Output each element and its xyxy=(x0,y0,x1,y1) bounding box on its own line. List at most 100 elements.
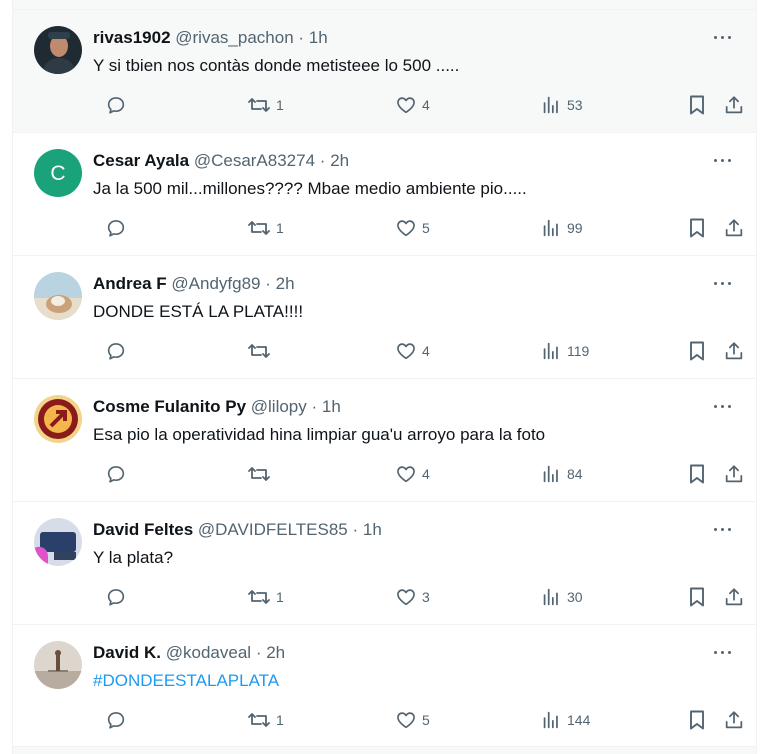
reply-button[interactable] xyxy=(105,340,132,362)
author-name[interactable]: David Feltes xyxy=(93,520,193,539)
like-button[interactable]: 4 xyxy=(395,94,430,116)
retweet-button[interactable] xyxy=(247,340,276,362)
share-button[interactable] xyxy=(723,463,745,485)
share-button[interactable] xyxy=(723,94,745,116)
bookmark-button[interactable] xyxy=(687,217,707,239)
action-bar: 1 3 30 xyxy=(91,586,743,608)
reply-button[interactable] xyxy=(105,586,132,608)
more-icon[interactable] xyxy=(712,643,734,661)
like-count: 3 xyxy=(422,589,430,605)
retweet-button[interactable]: 1 xyxy=(247,586,284,608)
share-icon xyxy=(725,96,743,114)
reply-tweet[interactable]: David K. @kodaveal · 2h #DONDEESTALAPLAT… xyxy=(13,625,756,748)
avatar[interactable]: C xyxy=(34,149,82,197)
retweet-button[interactable] xyxy=(247,463,276,485)
avatar[interactable] xyxy=(34,641,82,689)
tweet-text: Ja la 500 mil...millones???? Mbae medio … xyxy=(93,179,527,198)
timestamp[interactable]: 2h xyxy=(266,643,285,662)
tweet-header: Andrea F @Andyfg89 · 2h xyxy=(93,273,295,295)
more-icon[interactable] xyxy=(712,520,734,538)
views-count: 84 xyxy=(567,466,583,482)
timestamp[interactable]: 2h xyxy=(330,151,349,170)
reply-tweet[interactable]: Andrea F @Andyfg89 · 2h DONDE ESTÁ LA PL… xyxy=(13,256,756,379)
bookmark-icon xyxy=(690,587,704,607)
reply-tweet[interactable]: Cosme Fulanito Py @lilopy · 1h Esa pio l… xyxy=(13,379,756,502)
avatar[interactable] xyxy=(34,395,82,443)
more-icon[interactable] xyxy=(712,28,734,46)
views-button[interactable]: 119 xyxy=(540,340,589,362)
timestamp[interactable]: 1h xyxy=(363,520,382,539)
views-button[interactable]: 144 xyxy=(540,709,590,731)
timestamp[interactable]: 2h xyxy=(276,274,295,293)
views-count: 53 xyxy=(567,97,583,113)
views-count: 119 xyxy=(567,343,590,359)
like-button[interactable]: 5 xyxy=(395,709,430,731)
reply-button[interactable] xyxy=(105,94,132,116)
reply-button[interactable] xyxy=(105,217,132,239)
avatar[interactable] xyxy=(34,518,82,566)
author-handle[interactable]: @Andyfg89 xyxy=(171,274,260,293)
share-button[interactable] xyxy=(723,340,745,362)
author-name[interactable]: Cosme Fulanito Py xyxy=(93,397,246,416)
bookmark-button[interactable] xyxy=(687,94,707,116)
retweet-button[interactable]: 1 xyxy=(247,709,284,731)
avatar-letter: C xyxy=(50,162,65,185)
more-icon[interactable] xyxy=(712,151,734,169)
tweet-header: Cosme Fulanito Py @lilopy · 1h xyxy=(93,396,341,418)
author-name[interactable]: Cesar Ayala xyxy=(93,151,189,170)
retweet-button[interactable]: 1 xyxy=(247,94,284,116)
reply-button[interactable] xyxy=(105,709,132,731)
share-button[interactable] xyxy=(723,586,745,608)
retweet-icon xyxy=(248,344,270,358)
action-bar: 1 5 144 xyxy=(91,709,743,731)
more-icon[interactable] xyxy=(712,274,734,292)
reply-tweet[interactable]: David Feltes @DAVIDFELTES85 · 1h Y la pl… xyxy=(13,502,756,625)
views-button[interactable]: 30 xyxy=(540,586,583,608)
views-button[interactable]: 84 xyxy=(540,463,583,485)
timestamp[interactable]: 1h xyxy=(309,28,328,47)
more-icon[interactable] xyxy=(712,397,734,415)
reply-tweet[interactable]: rivas1902 @rivas_pachon · 1h Y si tbien … xyxy=(13,10,756,133)
share-icon xyxy=(725,711,743,729)
avatar[interactable] xyxy=(34,272,82,320)
retweet-button[interactable]: 1 xyxy=(247,217,284,239)
like-button[interactable]: 5 xyxy=(395,217,430,239)
share-button[interactable] xyxy=(723,709,745,731)
reply-icon xyxy=(107,343,125,360)
retweet-count: 1 xyxy=(276,220,284,236)
bookmark-button[interactable] xyxy=(687,709,707,731)
views-button[interactable]: 99 xyxy=(540,217,583,239)
retweet-icon xyxy=(248,98,270,112)
author-name[interactable]: David K. xyxy=(93,643,161,662)
bookmark-icon xyxy=(690,464,704,484)
tweet-text: #DONDEESTALAPLATA xyxy=(93,671,280,690)
like-count: 4 xyxy=(422,343,430,359)
reply-button[interactable] xyxy=(105,463,132,485)
reply-tweet[interactable]: C Cesar Ayala @CesarA83274 · 2h Ja la 50… xyxy=(13,133,756,256)
previous-item-edge xyxy=(13,0,756,10)
retweet-icon xyxy=(248,467,270,481)
views-count: 99 xyxy=(567,220,583,236)
retweet-icon xyxy=(248,590,270,604)
views-icon xyxy=(543,711,558,729)
like-button[interactable]: 4 xyxy=(395,340,430,362)
like-button[interactable]: 3 xyxy=(395,586,430,608)
author-name[interactable]: Andrea F xyxy=(93,274,167,293)
author-name[interactable]: rivas1902 xyxy=(93,28,171,47)
separator-dot: · xyxy=(298,28,305,47)
avatar[interactable] xyxy=(34,26,82,74)
author-handle[interactable]: @rivas_pachon xyxy=(175,28,293,47)
timestamp[interactable]: 1h xyxy=(322,397,341,416)
bookmark-button[interactable] xyxy=(687,463,707,485)
bookmark-button[interactable] xyxy=(687,586,707,608)
share-button[interactable] xyxy=(723,217,745,239)
reply-icon xyxy=(107,97,125,114)
views-button[interactable]: 53 xyxy=(540,94,583,116)
like-button[interactable]: 4 xyxy=(395,463,430,485)
replies-feed: rivas1902 @rivas_pachon · 1h Y si tbien … xyxy=(12,0,757,754)
bookmark-button[interactable] xyxy=(687,340,707,362)
author-handle[interactable]: @lilopy xyxy=(251,397,307,416)
author-handle[interactable]: @DAVIDFELTES85 xyxy=(198,520,348,539)
author-handle[interactable]: @kodaveal xyxy=(166,643,251,662)
author-handle[interactable]: @CesarA83274 xyxy=(194,151,315,170)
